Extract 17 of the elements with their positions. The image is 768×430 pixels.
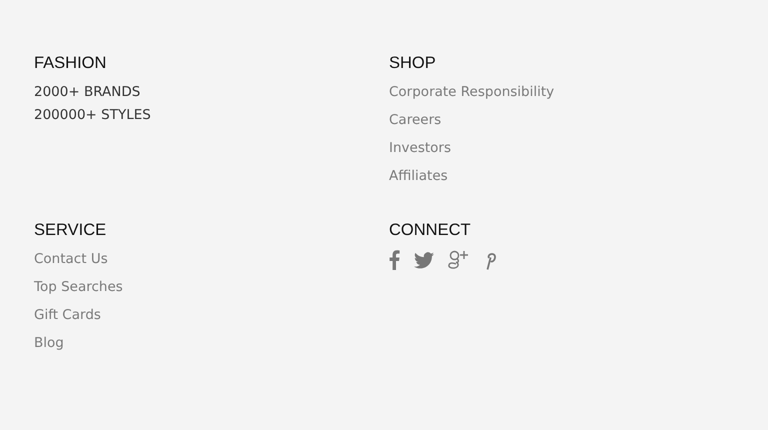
footer-link[interactable]: Corporate Responsibility [389, 78, 554, 106]
section-heading: SHOP [389, 53, 437, 73]
section-heading: FASHION [34, 53, 108, 73]
stat-text: 2000+ BRANDS [34, 83, 140, 102]
facebook-icon[interactable] [389, 250, 400, 270]
footer-link[interactable]: Contact Us [34, 245, 108, 273]
section-heading: SERVICE [34, 220, 108, 240]
footer-link[interactable]: Top Searches [34, 273, 123, 301]
footer-link[interactable]: Gift Cards [34, 301, 101, 329]
footer-link[interactable]: Blog [34, 329, 64, 357]
google-plus-icon[interactable] [448, 250, 469, 270]
footer-link[interactable]: Investors [389, 134, 452, 162]
footer-link[interactable]: Affiliates [389, 162, 448, 190]
bird-icon[interactable] [414, 252, 434, 268]
stat-text: 200000+ STYLES [34, 106, 151, 125]
footer-link[interactable]: Careers [389, 106, 442, 134]
section-heading: CONNECT [389, 220, 472, 240]
